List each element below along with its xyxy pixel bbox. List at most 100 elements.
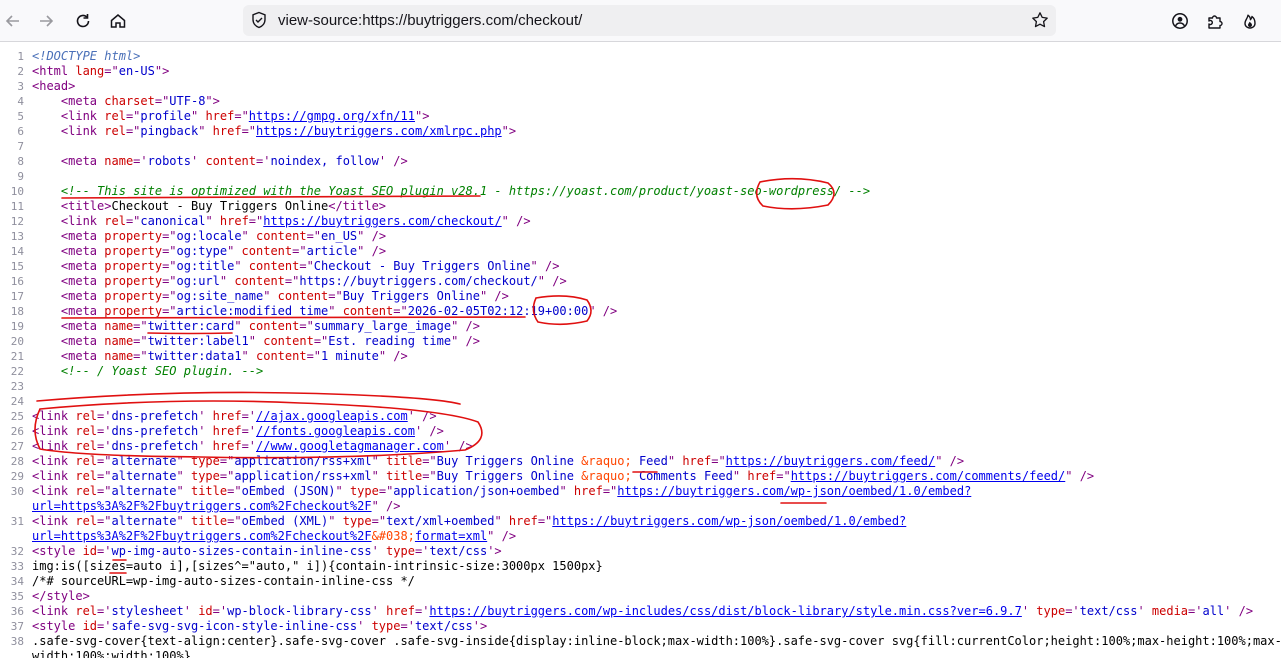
source-token: ="	[393, 304, 408, 318]
line-code: <meta property="og:title" content="Check…	[32, 259, 560, 274]
source-token: ="	[306, 349, 322, 363]
source-token: pingback	[140, 124, 199, 138]
source-link[interactable]: url=https%3A%2F%2Fbuytriggers.com%2Fchec…	[32, 529, 372, 543]
source-link[interactable]: https://gmpg.org/xfn/11	[249, 109, 415, 123]
line-number: 3	[17, 80, 24, 93]
line-code: <meta property="article:modified_time" c…	[32, 304, 617, 319]
source-token: canonical	[140, 214, 206, 228]
source-token: ="	[299, 319, 314, 333]
source-link[interactable]: https://buytriggers.com/feed/	[726, 454, 936, 468]
source-line: url=https%3A%2F%2Fbuytriggers.com%2Fchec…	[0, 499, 1281, 514]
source-token: "	[176, 484, 191, 498]
source-token: ='	[97, 604, 112, 618]
source-token: " />	[451, 334, 480, 348]
source-token: <style	[32, 544, 83, 558]
source-link[interactable]: //www.googletagmanager.com	[256, 439, 444, 453]
source-line: 17 <meta property="og:site_name" content…	[0, 289, 1281, 304]
source-line: 23	[0, 379, 1281, 394]
source-link[interactable]: https://buytriggers.com/wp-json/oembed/1…	[617, 484, 971, 498]
source-token: " />	[537, 274, 567, 288]
source-link[interactable]: format=xml	[415, 529, 487, 543]
source-token: <link	[32, 469, 76, 483]
source-token: content	[205, 154, 257, 168]
source-token: ="	[227, 484, 242, 498]
source-token: ='	[414, 604, 430, 618]
source-line: 27 <link rel='dns-prefetch' href='//www.g…	[0, 439, 1281, 454]
flame-button[interactable]	[1237, 8, 1263, 34]
line-code: <link rel='dns-prefetch' href='//ajax.go…	[32, 409, 437, 424]
source-token: " />	[1065, 469, 1095, 483]
source-link[interactable]: https://buytriggers.com/checkout/	[263, 214, 501, 228]
reload-button[interactable]	[70, 8, 96, 34]
source-token	[32, 319, 61, 333]
source-token	[32, 289, 61, 303]
source-line: 34 /*# sourceURL=wp-img-auto-sizes-contai…	[0, 574, 1281, 589]
source-token: application/rss+xml	[234, 454, 372, 468]
source-token: ="	[537, 514, 553, 528]
source-token: dns-prefetch	[111, 424, 199, 438]
line-number: 9	[17, 170, 24, 183]
url-bar[interactable]: view-source:https://buytriggers.com/chec…	[243, 5, 1056, 36]
back-button[interactable]	[0, 8, 26, 34]
source-token: og:url	[176, 274, 220, 288]
source-token: ="	[125, 109, 141, 123]
source-token: content	[248, 259, 300, 273]
source-line: 32 <style id='wp-img-auto-sizes-contain-i…	[0, 544, 1281, 559]
source-token: content	[256, 349, 307, 363]
source-token: ="	[328, 289, 343, 303]
source-link[interactable]: https://buytriggers.com/wp-json/oembed/1…	[552, 514, 906, 528]
source-token: property	[104, 274, 163, 288]
extensions-button[interactable]	[1202, 8, 1228, 34]
source-token: ="	[299, 259, 314, 273]
source-token: " />	[378, 349, 408, 363]
source-token: title	[190, 484, 228, 498]
bookmark-star-icon[interactable]	[1031, 11, 1049, 29]
source-token: ="	[711, 454, 726, 468]
source-token: "	[219, 274, 235, 288]
source-link[interactable]: url=https%3A%2F%2Fbuytriggers.com%2Fchec…	[32, 499, 372, 513]
source-line: 1 <!DOCTYPE html>	[0, 49, 1281, 64]
source-token: name	[104, 319, 134, 333]
shield-icon[interactable]	[250, 11, 268, 29]
account-button[interactable]	[1167, 8, 1193, 34]
source-token: "	[371, 454, 387, 468]
source-token: rel	[75, 424, 98, 438]
source-link[interactable]: https://buytriggers.com/wp-includes/css/…	[429, 604, 1021, 618]
url-text[interactable]: view-source:https://buytriggers.com/chec…	[278, 12, 582, 29]
source-token: <link	[32, 409, 76, 423]
source-token: content	[241, 244, 293, 258]
source-line: 20 <meta name="twitter:label1" content="…	[0, 334, 1281, 349]
source-link[interactable]: //fonts.googleapis.com	[256, 424, 415, 438]
source-token: type	[349, 484, 379, 498]
source-token: application/rss+xml	[234, 469, 372, 483]
source-token: href	[682, 454, 712, 468]
source-link[interactable]: https://buytriggers.com/xmlrpc.php	[256, 124, 502, 138]
source-token: </style>	[32, 589, 90, 603]
source-token: content	[263, 334, 314, 348]
source-token: alternate	[111, 484, 177, 498]
line-number: 16	[10, 275, 24, 288]
source-token: ' />	[414, 424, 444, 438]
forward-button[interactable]	[33, 8, 59, 34]
source-token: ="	[241, 124, 257, 138]
source-token: " />	[501, 214, 531, 228]
source-token: "	[190, 109, 206, 123]
source-token	[32, 334, 61, 348]
source-token: ='	[97, 544, 112, 558]
source-line: 18 <meta property="article:modified_time…	[0, 304, 1281, 319]
source-token: rel	[104, 214, 126, 228]
source-token: type	[1036, 604, 1066, 618]
source-token: rel	[75, 409, 98, 423]
flame-icon	[1244, 14, 1256, 29]
line-number: 13	[10, 230, 24, 243]
source-line: 16 <meta property="og:url" content="http…	[0, 274, 1281, 289]
line-number: 20	[10, 335, 24, 348]
source-link[interactable]: //ajax.googleapis.com	[256, 409, 408, 423]
source-token: href	[205, 109, 235, 123]
source-token: '	[183, 604, 199, 618]
line-number: 10	[10, 185, 24, 198]
source-token: text/css	[414, 619, 473, 633]
source-token: og:locale	[176, 229, 242, 243]
home-button[interactable]	[105, 8, 131, 34]
source-link[interactable]: https://buytriggers.com/comments/feed/	[791, 469, 1066, 483]
